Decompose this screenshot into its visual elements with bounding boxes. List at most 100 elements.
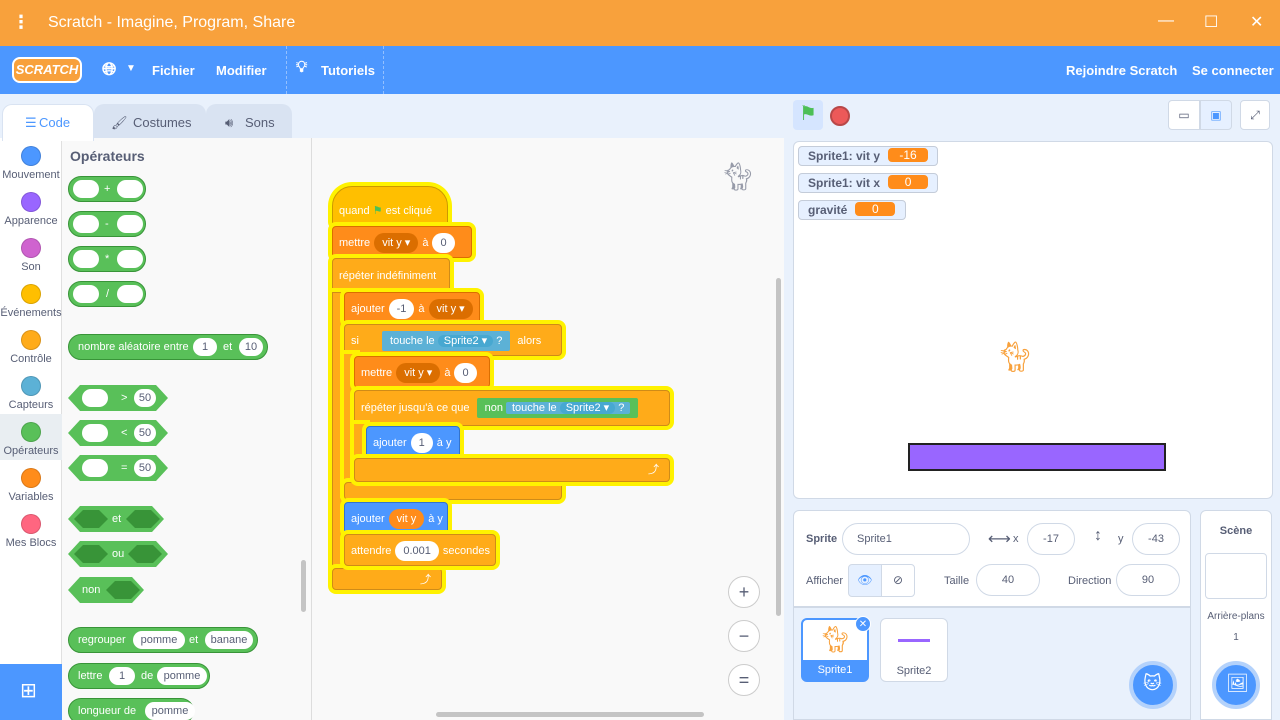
if-block[interactable]: si touche le Sprite2 ▾ ? alors <box>344 324 562 356</box>
random-to[interactable]: 10 <box>239 338 263 356</box>
number-slot[interactable] <box>73 180 99 198</box>
category-operators[interactable]: Opérateurs <box>0 414 62 460</box>
and-block[interactable]: et <box>68 506 164 532</box>
add-block[interactable]: + <box>68 176 146 202</box>
variable-monitor[interactable]: Sprite1: vit x 0 <box>798 173 938 193</box>
sprite-dropdown[interactable]: Sprite2 ▾ <box>559 402 616 415</box>
sprite-thumbnail-sprite1[interactable]: 🐈︎ Sprite1 ✕ <box>801 616 871 682</box>
subtract-block[interactable]: - <box>68 211 146 237</box>
globe-icon[interactable]: 🌐︎ <box>102 59 116 80</box>
variable-dropdown[interactable]: vit y ▾ <box>428 299 473 320</box>
set-variable-block[interactable]: mettre vit y ▾ à 0 <box>354 356 490 388</box>
equals-block[interactable]: = 50 <box>68 455 168 481</box>
boolean-slot[interactable] <box>126 510 160 528</box>
change-y-block[interactable]: ajouter vit yà y <box>344 502 448 534</box>
sprite-dropdown[interactable]: Sprite2 ▾ <box>437 335 494 348</box>
random-block[interactable]: nombre aléatoire entre 1 et 10 <box>68 334 268 360</box>
y-input[interactable]: -43 <box>1132 523 1180 555</box>
delete-sprite-icon[interactable]: ✕ <box>855 616 871 632</box>
hide-sprite-button[interactable]: ⊘ <box>881 564 915 597</box>
tab-code[interactable]: ☰ Code <box>2 104 94 141</box>
large-stage-button[interactable]: ▣ <box>1200 100 1232 130</box>
category-variables[interactable]: Variables <box>0 460 62 503</box>
number-slot[interactable] <box>117 215 143 233</box>
category-events[interactable]: Événements <box>0 276 62 319</box>
value-slot[interactable]: 50 <box>134 424 156 442</box>
wait-block[interactable]: attendre 0.001 secondes <box>344 534 496 566</box>
value-input[interactable]: -1 <box>388 299 415 320</box>
category-my-blocks[interactable]: Mes Blocs <box>0 506 62 549</box>
boolean-slot[interactable] <box>128 545 162 563</box>
tab-sounds[interactable]: 🔊︎ Sons <box>206 104 292 140</box>
variable-dropdown[interactable]: vit y ▾ <box>374 233 419 254</box>
length-block[interactable]: longueur de pomme <box>68 698 195 720</box>
x-input[interactable]: -17 <box>1027 523 1075 555</box>
kebab-menu-icon[interactable]: ⋮ <box>12 12 30 33</box>
value-input[interactable]: 0.001 <box>395 541 439 562</box>
divide-block[interactable]: / <box>68 281 146 307</box>
number-slot[interactable] <box>117 285 143 303</box>
fullscreen-button[interactable]: ⤢ <box>1240 100 1270 130</box>
variable-reporter[interactable]: vit y <box>388 509 425 530</box>
zoom-in-button[interactable]: + <box>728 576 760 608</box>
not-block[interactable]: non <box>68 577 144 603</box>
category-sound[interactable]: Son <box>0 230 62 273</box>
repeat-until-block[interactable]: répéter jusqu'à ce que non touche le Spr… <box>354 390 670 426</box>
boolean-slot[interactable] <box>74 510 108 528</box>
change-y-block[interactable]: ajouter 1 à y <box>366 426 460 458</box>
minimize-icon[interactable]: — <box>1158 12 1174 30</box>
value-slot[interactable]: 50 <box>134 459 156 477</box>
category-motion[interactable]: Mouvement <box>0 138 62 181</box>
letter-word[interactable]: pomme <box>157 667 207 685</box>
number-slot[interactable] <box>73 285 99 303</box>
number-slot[interactable] <box>117 250 143 268</box>
value-input[interactable]: 1 <box>410 433 433 454</box>
length-word[interactable]: pomme <box>145 702 195 720</box>
palette-scrollbar[interactable] <box>301 560 306 612</box>
zoom-reset-button[interactable]: = <box>728 664 760 696</box>
greater-than-block[interactable]: >50 <box>68 385 168 411</box>
maximize-icon[interactable]: ☐ <box>1204 12 1218 32</box>
variable-dropdown[interactable]: vit y ▾ <box>396 363 441 384</box>
variable-monitor[interactable]: Sprite1: vit y -16 <box>798 146 938 166</box>
multiply-block[interactable]: * <box>68 246 146 272</box>
choose-backdrop-button[interactable]: 🖼︎ <box>1212 661 1260 709</box>
category-control[interactable]: Contrôle <box>0 322 62 365</box>
or-block[interactable]: ou <box>68 541 168 567</box>
category-sensing[interactable]: Capteurs <box>0 368 62 411</box>
value-slot[interactable] <box>82 389 108 407</box>
sign-in-link[interactable]: Se connecter <box>1192 63 1274 78</box>
platform-sprite[interactable] <box>908 443 1166 471</box>
set-variable-block[interactable]: mettre vit y ▾ à 0 <box>332 226 472 258</box>
change-variable-block[interactable]: ajouter -1 à vit y ▾ <box>344 292 480 324</box>
join-block[interactable]: regrouper pomme et banane <box>68 627 258 653</box>
menu-tutorials[interactable]: Tutoriels <box>321 63 375 78</box>
stop-button[interactable] <box>830 106 850 126</box>
backdrop-thumbnail[interactable] <box>1205 553 1267 599</box>
join-b[interactable]: banane <box>205 631 253 649</box>
number-slot[interactable] <box>73 250 99 268</box>
value-slot[interactable] <box>82 424 108 442</box>
scratch-logo[interactable]: SCRATCH <box>12 57 82 83</box>
horizontal-scrollbar[interactable] <box>436 712 704 717</box>
zoom-out-button[interactable]: − <box>728 620 760 652</box>
show-sprite-button[interactable]: 👁︎ <box>848 564 882 597</box>
value-input[interactable]: 0 <box>454 363 477 384</box>
menu-edit[interactable]: Modifier <box>216 63 267 78</box>
join-scratch-link[interactable]: Rejoindre Scratch <box>1066 63 1177 78</box>
number-slot[interactable] <box>73 215 99 233</box>
touching-block[interactable]: touche le Sprite2 ▾ ? <box>506 402 631 415</box>
close-icon[interactable]: ✕ <box>1250 12 1263 32</box>
letter-index[interactable]: 1 <box>109 667 135 685</box>
sprite-name-input[interactable]: Sprite1 <box>842 523 970 555</box>
cat-sprite[interactable]: 🐈︎ <box>996 340 1034 375</box>
add-extension-button[interactable]: ⊞ <box>0 664 62 720</box>
category-looks[interactable]: Apparence <box>0 184 62 227</box>
when-flag-clicked-block[interactable]: quand ⚑ est cliqué <box>332 186 448 226</box>
letter-of-block[interactable]: lettre 1 de pomme <box>68 663 210 689</box>
boolean-slot[interactable] <box>106 581 140 599</box>
choose-sprite-button[interactable]: 🐱︎ <box>1129 661 1177 709</box>
tab-costumes[interactable]: 🖌︎ Costumes <box>94 104 206 140</box>
touching-block[interactable]: touche le Sprite2 ▾ ? <box>382 331 511 352</box>
vertical-scrollbar[interactable] <box>776 278 781 616</box>
